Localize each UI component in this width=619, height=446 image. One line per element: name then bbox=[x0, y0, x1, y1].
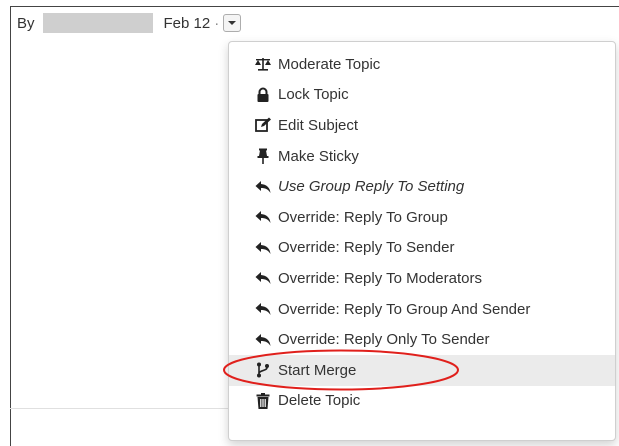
menu-item-label: Override: Reply To Sender bbox=[278, 239, 455, 257]
menu-item-override-reply-to-group[interactable]: Override: Reply To Group bbox=[229, 202, 615, 233]
menu-item-lock-topic[interactable]: Lock Topic bbox=[229, 80, 615, 111]
thumbtack-icon bbox=[254, 148, 272, 165]
topic-actions-menu: Moderate Topic Lock Topic Edit Subject M… bbox=[228, 41, 616, 441]
menu-item-make-sticky[interactable]: Make Sticky bbox=[229, 141, 615, 172]
menu-item-override-reply-to-sender[interactable]: Override: Reply To Sender bbox=[229, 233, 615, 264]
menu-item-label: Edit Subject bbox=[278, 116, 359, 134]
by-label: By bbox=[17, 14, 35, 32]
redacted-author-name bbox=[42, 13, 153, 33]
menu-item-use-group-reply-to-setting[interactable]: Use Group Reply To Setting bbox=[229, 171, 615, 202]
reply-icon bbox=[254, 209, 272, 225]
trash-icon bbox=[254, 392, 272, 409]
menu-item-delete-topic[interactable]: Delete Topic bbox=[229, 386, 615, 417]
menu-item-label: Override: Reply To Group bbox=[278, 208, 448, 226]
menu-item-start-merge[interactable]: Start Merge bbox=[229, 354, 615, 386]
balance-scale-icon bbox=[254, 56, 272, 72]
reply-icon bbox=[254, 301, 272, 317]
topic-actions-dropdown-button[interactable] bbox=[223, 14, 242, 32]
edit-icon bbox=[254, 117, 272, 133]
menu-item-override-reply-to-group-and-sender[interactable]: Override: Reply To Group And Sender bbox=[229, 294, 615, 325]
menu-item-label: Delete Topic bbox=[278, 392, 361, 410]
reply-icon bbox=[254, 240, 272, 256]
menu-item-override-reply-only-to-sender[interactable]: Override: Reply Only To Sender bbox=[229, 324, 615, 355]
separator: · bbox=[214, 14, 220, 32]
menu-item-label: Lock Topic bbox=[278, 86, 349, 104]
lock-icon bbox=[254, 87, 272, 103]
reply-icon bbox=[254, 332, 272, 348]
menu-item-label: Moderate Topic bbox=[278, 55, 381, 73]
divider bbox=[10, 408, 230, 409]
post-date: Feb 12 bbox=[163, 14, 211, 32]
menu-item-moderate-topic[interactable]: Moderate Topic bbox=[229, 49, 615, 80]
menu-item-override-reply-to-moderators[interactable]: Override: Reply To Moderators bbox=[229, 263, 615, 294]
menu-item-label: Make Sticky bbox=[278, 147, 359, 165]
reply-icon bbox=[254, 179, 272, 195]
caret-down-icon bbox=[228, 21, 237, 25]
menu-item-label: Use Group Reply To Setting bbox=[278, 178, 465, 196]
code-branch-icon bbox=[254, 362, 272, 378]
reply-icon bbox=[254, 270, 272, 286]
menu-item-label: Override: Reply To Group And Sender bbox=[278, 300, 531, 318]
post-byline: By Feb 12 · bbox=[17, 12, 242, 34]
menu-item-label: Start Merge bbox=[278, 361, 357, 379]
menu-item-label: Override: Reply To Moderators bbox=[278, 269, 482, 287]
menu-item-edit-subject[interactable]: Edit Subject bbox=[229, 110, 615, 141]
menu-item-label: Override: Reply Only To Sender bbox=[278, 331, 490, 349]
